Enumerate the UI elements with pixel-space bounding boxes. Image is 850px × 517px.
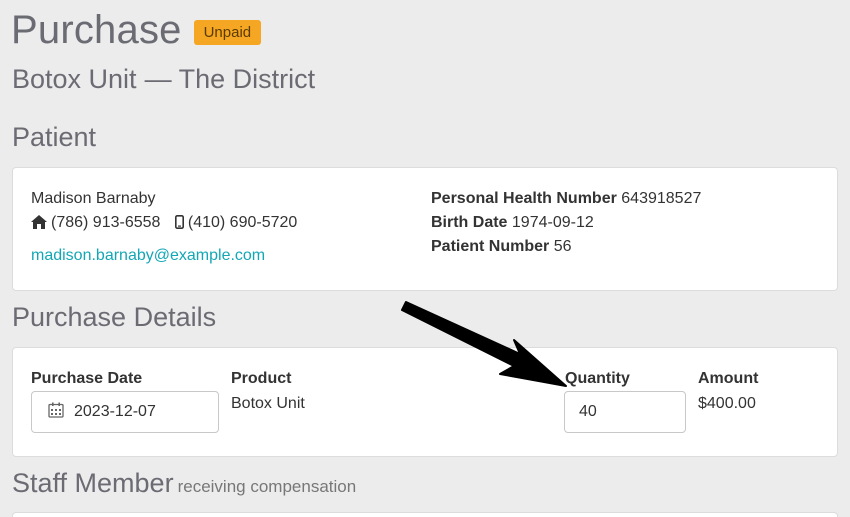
page-subtitle: Botox Unit — The District: [12, 64, 315, 95]
patient-number-row: Patient Number 56: [431, 235, 701, 259]
purchase-date-input[interactable]: 2023-12-07: [31, 391, 219, 433]
birth-date-row: Birth Date 1974-09-12: [431, 211, 701, 235]
birth-date-value: 1974-09-12: [511, 214, 594, 231]
quantity-input[interactable]: 40: [564, 391, 686, 433]
mobile-phone-icon: [174, 213, 184, 237]
product-value: Botox Unit: [231, 395, 305, 412]
purchase-date-value: 2023-12-07: [74, 403, 156, 420]
phn-label: Personal Health Number: [431, 190, 617, 207]
home-icon: [31, 213, 47, 237]
quantity-label: Quantity: [565, 370, 630, 387]
amount-value: $400.00: [698, 395, 756, 412]
patient-card: Madison Barnaby (786) 913-6558 (410) 690…: [12, 167, 838, 291]
patient-contact: Madison Barnaby (786) 913-6558 (410) 690…: [31, 187, 297, 268]
patient-number-value: 56: [553, 238, 572, 255]
title-row: Purchase Unpaid: [11, 8, 262, 53]
annotation-arrow-icon: [401, 301, 567, 387]
amount-label: Amount: [698, 370, 759, 387]
purchase-details-section-title: Purchase Details: [12, 302, 217, 332]
birth-date-label: Birth Date: [431, 214, 508, 231]
phn-value: 643918527: [621, 190, 702, 207]
home-phone[interactable]: (786) 913-6558: [51, 214, 160, 231]
staff-card: [12, 512, 838, 517]
purchase-page: Purchase Unpaid Botox Unit — The District…: [0, 0, 850, 517]
phn-row: Personal Health Number 643918527: [431, 187, 701, 211]
quantity-value: 40: [579, 403, 597, 420]
status-badge: Unpaid: [193, 20, 262, 45]
subtitle-location: — The District: [144, 64, 316, 94]
patient-identifiers: Personal Health Number 643918527 Birth D…: [431, 187, 701, 259]
staff-subtitle-text: receiving compensation: [177, 477, 357, 496]
purchase-date-label: Purchase Date: [31, 370, 143, 387]
patient-number-label: Patient Number: [431, 238, 550, 255]
patient-name: Madison Barnaby: [31, 190, 156, 207]
staff-title-text: Staff Member: [12, 468, 174, 498]
mobile-phone[interactable]: (410) 690-5720: [188, 214, 297, 231]
patient-section-title: Patient: [12, 122, 97, 152]
patient-phones: (786) 913-6558 (410) 690-5720: [31, 211, 297, 237]
staff-section-title: Staff Member receiving compensation: [12, 468, 356, 499]
product-label: Product: [231, 370, 292, 387]
subtitle-product: Botox Unit: [12, 64, 137, 94]
patient-email-link[interactable]: madison.barnaby@example.com: [31, 244, 297, 268]
page-title: Purchase: [11, 8, 182, 52]
calendar-icon: [48, 402, 64, 423]
